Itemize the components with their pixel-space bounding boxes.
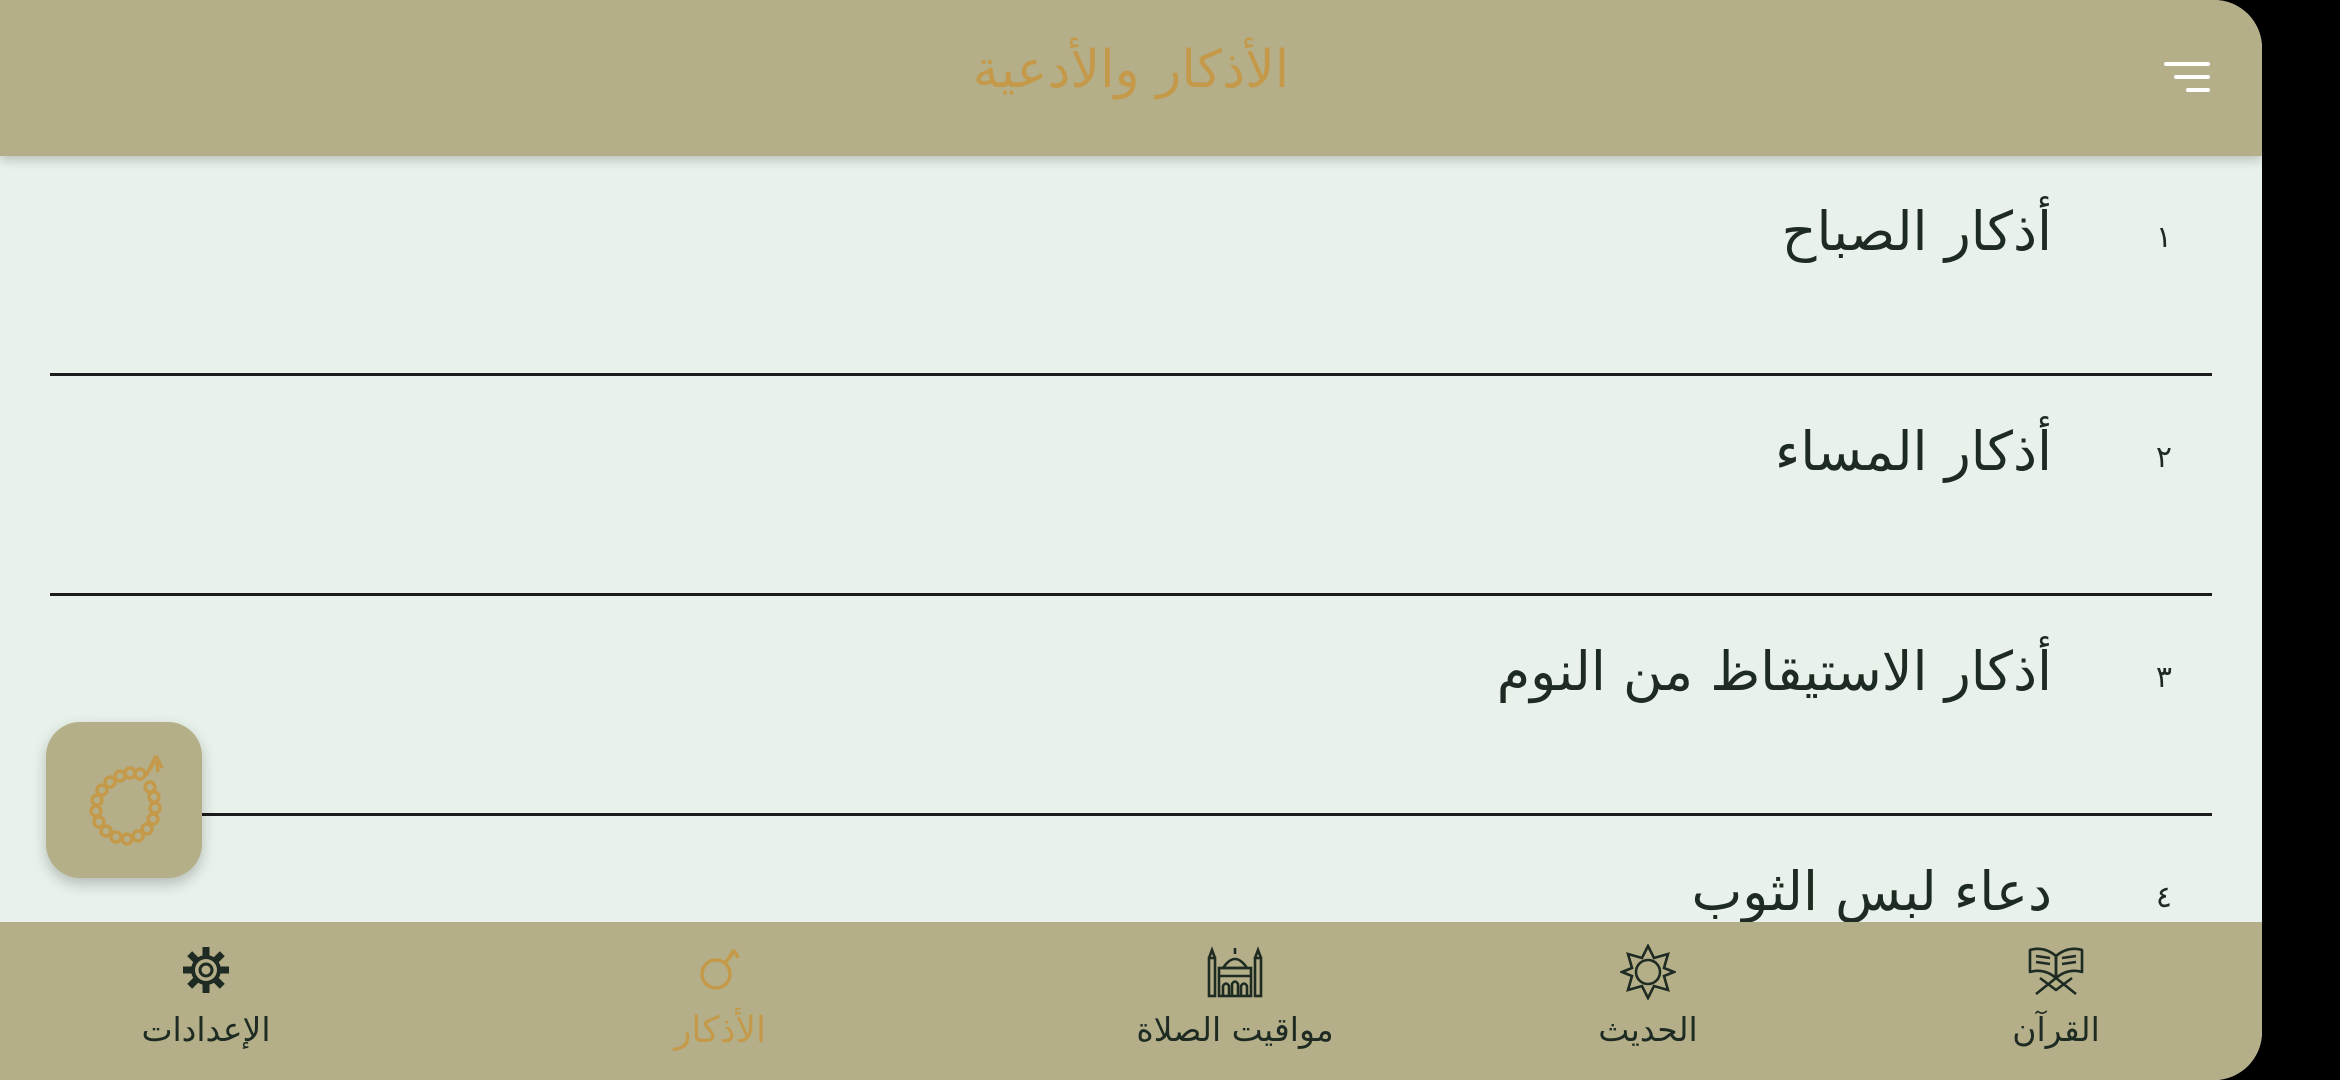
list-item-label: أذكار الصباح [1781, 200, 2052, 263]
gear-icon [183, 947, 229, 993]
nav-prayer-times[interactable]: مواقيت الصلاة [1085, 922, 1385, 1080]
azkar-list: أذكار الصباح ١ أذكار المساء ٢ أذكار الاس… [0, 156, 2262, 922]
star-icon [1620, 944, 1676, 1000]
list-item[interactable]: أذكار الصباح ١ [50, 156, 2212, 376]
nav-hadith[interactable]: الحديث [1498, 922, 1798, 1080]
nav-settings[interactable]: الإعدادات [56, 922, 356, 1080]
menu-icon[interactable] [2150, 54, 2210, 100]
page-title: الأذكار والأدعية [972, 40, 1290, 100]
list-item[interactable]: أذكار المساء ٢ [50, 376, 2212, 596]
list-item-label: أذكار الاستيقاظ من النوم [1496, 640, 2052, 703]
mosque-icon [1207, 946, 1263, 998]
list-item-number: ٤ [2155, 880, 2172, 915]
prayer-beads-icon [89, 755, 164, 846]
nav-label: الحديث [1598, 1010, 1698, 1049]
nav-label: الأذكار [673, 1010, 767, 1051]
list-item-label: أذكار المساء [1774, 420, 2052, 483]
list-item[interactable]: أذكار الاستيقاظ من النوم ٣ [50, 596, 2212, 816]
tasbih-button[interactable] [46, 722, 202, 878]
list-item-label: دعاء لبس الثوب [1691, 860, 2052, 922]
list-item[interactable]: دعاء لبس الثوب ٤ [50, 816, 2212, 922]
list-item-number: ١ [2155, 220, 2172, 255]
nav-label: مواقيت الصلاة [1136, 1010, 1334, 1049]
list-item-number: ٢ [2155, 440, 2172, 475]
quran-icon [2028, 947, 2084, 996]
nav-azkar[interactable]: الأذكار [570, 922, 870, 1080]
nav-quran[interactable]: القرآن [1906, 922, 2206, 1080]
nav-label: الإعدادات [141, 1010, 271, 1049]
app-screen: الأذكار والأدعية أذكار الصباح ١ أذكار ال… [0, 0, 2262, 1080]
prayer-beads-icon [700, 949, 740, 990]
bottom-nav: الإعدادات الأذكار مواقيت الصلاة الحديث ا… [0, 922, 2262, 1080]
nav-label: القرآن [2012, 1010, 2100, 1049]
list-item-number: ٣ [2155, 660, 2172, 695]
app-bar: الأذكار والأدعية [0, 0, 2262, 156]
